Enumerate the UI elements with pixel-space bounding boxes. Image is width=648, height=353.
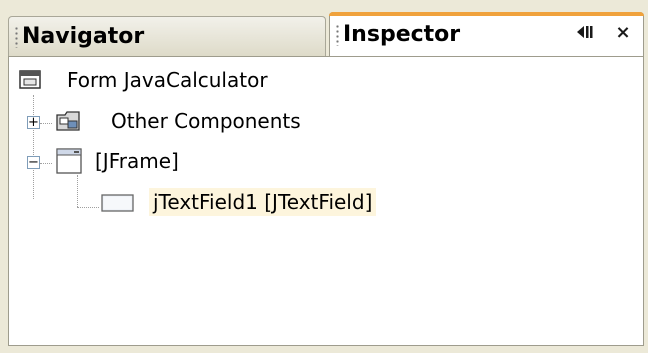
tree-node-other-components[interactable]: Other Components xyxy=(53,104,305,138)
frame-icon xyxy=(56,148,82,174)
tree-connector xyxy=(33,95,34,199)
tab-navigator-label: Navigator xyxy=(22,24,145,49)
close-icon[interactable]: × xyxy=(613,21,633,43)
tree-node-label: Other Components xyxy=(111,109,301,133)
tree-node-jframe[interactable]: [JFrame] xyxy=(53,144,183,178)
inspector-window: Navigator Inspector × Form JavaCalculato… xyxy=(0,0,648,353)
tree-node-label: [JFrame] xyxy=(95,149,179,173)
expand-icon[interactable]: + xyxy=(27,116,40,129)
tree-node-jtextfield[interactable]: jTextField1 [JTextField] xyxy=(99,185,377,219)
minimize-panel-icon[interactable] xyxy=(575,21,595,43)
tab-inspector[interactable]: Inspector × xyxy=(329,12,644,56)
tab-strip: Navigator Inspector × xyxy=(8,12,644,56)
tree-connector xyxy=(77,207,99,208)
tree-node-form[interactable]: Form JavaCalculator xyxy=(15,63,272,97)
tree-node-label: Form JavaCalculator xyxy=(67,68,268,92)
form-icon xyxy=(19,70,41,89)
inspector-panel: Form JavaCalculator + Other Components − xyxy=(8,56,644,346)
tree-node-label: jTextField1 [JTextField] xyxy=(149,188,377,216)
tree-connector xyxy=(77,175,78,207)
tab-navigator[interactable]: Navigator xyxy=(8,16,326,56)
collapse-icon[interactable]: − xyxy=(27,156,40,169)
tab-inspector-label: Inspector xyxy=(343,22,461,47)
component-tree[interactable]: Form JavaCalculator + Other Components − xyxy=(9,57,643,345)
drag-grip-icon[interactable] xyxy=(336,23,339,46)
textfield-icon xyxy=(101,194,134,212)
tab-tools: × xyxy=(575,21,633,43)
tree-connector xyxy=(40,163,52,164)
components-folder-icon xyxy=(56,111,80,131)
tree-connector xyxy=(40,123,52,124)
drag-grip-icon[interactable] xyxy=(15,25,18,48)
